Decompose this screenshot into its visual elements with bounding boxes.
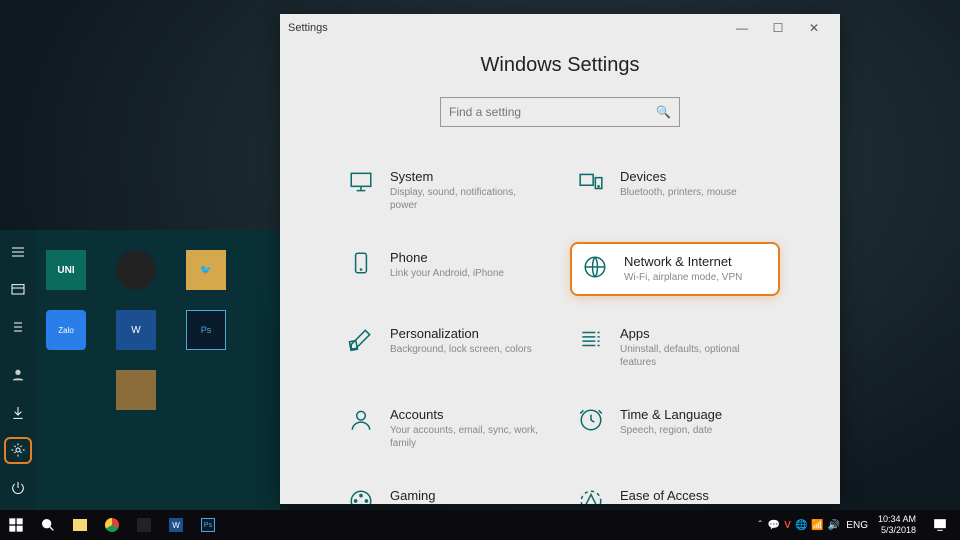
maximize-button[interactable]: ☐ [760,14,796,42]
tray-chevron-icon[interactable]: ˆ [758,520,761,531]
category-name: Phone [390,250,504,265]
minimize-button[interactable]: — [724,14,760,42]
phone-icon [348,250,376,278]
category-desc: Speech, region, date [620,424,722,437]
ps-taskbar-icon[interactable]: Ps [194,511,222,539]
ease-icon [578,488,606,504]
start-button[interactable] [2,511,30,539]
start-tile-misc[interactable] [116,370,156,410]
settings-category-devices[interactable]: Devices Bluetooth, printers, mouse [570,161,780,220]
devices-icon [578,169,606,197]
search-icon: 🔍 [656,105,671,119]
hamburger-icon[interactable] [4,238,32,266]
volume-tray-icon[interactable]: 🔊 [828,520,840,531]
globe-icon [582,254,610,282]
chrome-taskbar-icon[interactable] [98,511,126,539]
power-icon[interactable] [4,474,32,502]
clock-time: 10:34 AM [878,514,916,525]
network-tray-icon[interactable]: 🌐 [795,520,807,531]
system-tray[interactable]: 💬 V 🌐 📶 🔊 [768,520,840,531]
category-desc: Your accounts, email, sync, work, family [390,424,542,450]
start-menu-rail [0,230,36,510]
word-taskbar-icon[interactable]: W [162,511,190,539]
search-box[interactable]: 🔍 [440,97,680,127]
download-icon[interactable] [4,399,32,427]
file-explorer-icon[interactable] [66,511,94,539]
close-button[interactable]: ✕ [796,14,832,42]
person-icon [348,407,376,435]
window-titlebar: Settings — ☐ ✕ [280,14,840,42]
recent-icon[interactable] [4,276,32,304]
category-desc: Wi-Fi, airplane mode, VPN [624,271,742,284]
taskbar: W Ps ˆ 💬 V 🌐 📶 🔊 ENG 10:34 AM 5/3/2018 [0,510,960,540]
start-tile-uni[interactable]: UNI [46,250,86,290]
user-icon[interactable] [4,361,32,389]
search-taskbar-icon[interactable] [34,511,62,539]
app-dark-icon[interactable] [130,511,158,539]
language-indicator[interactable]: ENG [846,520,868,531]
start-tile-zalo[interactable]: Zalo [46,310,86,350]
category-name: Devices [620,169,737,184]
start-menu-tiles: UNI 🐦 Zalo W Ps [36,230,280,510]
battery-tray-icon[interactable]: 📶 [811,520,823,531]
notifications-icon[interactable] [926,511,954,539]
pen-icon [348,326,376,354]
category-desc: Bluetooth, printers, mouse [620,186,737,199]
clock[interactable]: 10:34 AM 5/3/2018 [874,514,920,536]
category-name: Ease of Access [620,488,709,503]
category-name: System [390,169,542,184]
apps-icon [578,326,606,354]
start-tile-ps[interactable]: Ps [186,310,226,350]
start-tile-chrome[interactable] [116,250,156,290]
settings-category-time-language[interactable]: Time & Language Speech, region, date [570,399,780,458]
v-tray-icon[interactable]: V [784,520,791,531]
category-name: Time & Language [620,407,722,422]
settings-category-network-internet[interactable]: Network & Internet Wi-Fi, airplane mode, … [570,242,780,296]
clock-date: 5/3/2018 [881,525,916,536]
start-tile-word[interactable]: W [116,310,156,350]
settings-category-personalization[interactable]: Personalization Background, lock screen, … [340,318,550,377]
search-input[interactable] [449,105,656,119]
category-name: Personalization [390,326,532,341]
settings-category-apps[interactable]: Apps Uninstall, defaults, optional featur… [570,318,780,377]
list-icon[interactable] [4,313,32,341]
monitor-icon [348,169,376,197]
chat-tray-icon[interactable]: 💬 [768,520,780,531]
settings-category-gaming[interactable]: Gaming [340,480,550,504]
category-desc: Uninstall, defaults, optional features [620,343,772,369]
category-name: Gaming [390,488,436,503]
settings-rail-icon[interactable] [4,437,32,465]
start-tile-bird[interactable]: 🐦 [186,250,226,290]
gaming-icon [348,488,376,504]
category-desc: Link your Android, iPhone [390,267,504,280]
page-title: Windows Settings [310,54,810,77]
settings-category-ease-of-access[interactable]: Ease of Access [570,480,780,504]
window-app-name: Settings [288,22,328,34]
category-name: Network & Internet [624,254,742,269]
category-name: Accounts [390,407,542,422]
category-desc: Display, sound, notifications, power [390,186,542,212]
category-name: Apps [620,326,772,341]
settings-category-accounts[interactable]: Accounts Your accounts, email, sync, work… [340,399,550,458]
settings-category-phone[interactable]: Phone Link your Android, iPhone [340,242,550,296]
settings-category-system[interactable]: System Display, sound, notifications, pow… [340,161,550,220]
category-desc: Background, lock screen, colors [390,343,532,356]
settings-window: Settings — ☐ ✕ Windows Settings 🔍 System… [280,14,840,504]
time-icon [578,407,606,435]
